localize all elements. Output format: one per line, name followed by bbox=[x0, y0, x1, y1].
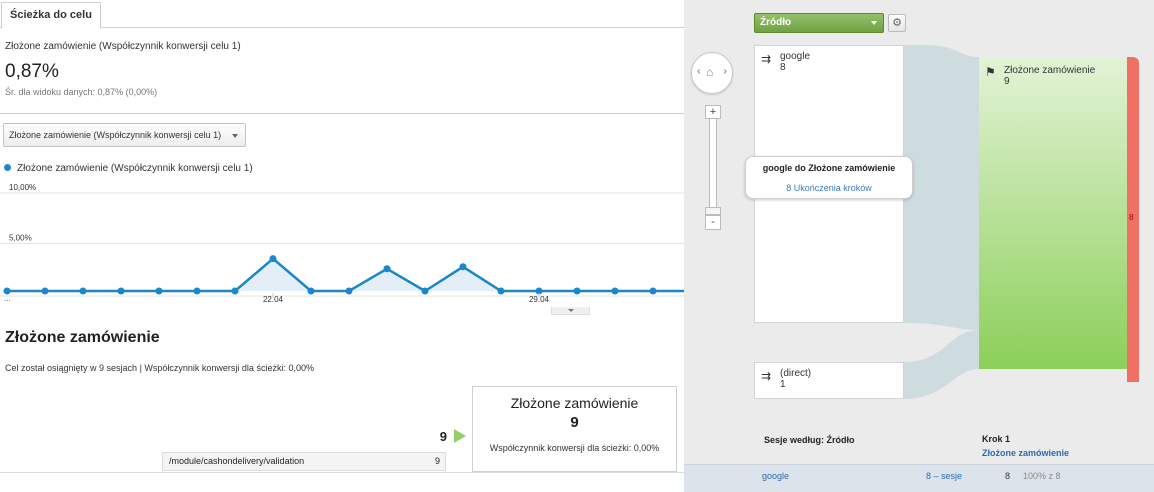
goal-box-rate: Współczynnik konwersji dla ścieżki: 0,00… bbox=[489, 443, 660, 453]
data-point bbox=[649, 287, 657, 295]
series-area bbox=[7, 258, 684, 291]
data-point bbox=[269, 255, 277, 263]
chevron-left-icon[interactable]: ‹ bbox=[697, 66, 700, 77]
goal-path-panel: Ścieżka do celu Złożone zamówienie (Wspó… bbox=[0, 0, 684, 492]
summary-row: google 8 – sesje 8 100% z 8 bbox=[684, 464, 1154, 492]
home-icon[interactable]: ⌂ bbox=[706, 65, 713, 79]
goal-flow-report: Ścieżka do celu Złożone zamówienie (Wspó… bbox=[0, 0, 1154, 492]
tab-goal-path[interactable]: Ścieżka do celu bbox=[1, 2, 101, 29]
goal-title: Złożone zamówienie bbox=[5, 329, 160, 346]
summary-percent: 100% z 8 bbox=[1023, 471, 1061, 481]
metric-value: 0,87% bbox=[5, 61, 59, 82]
data-point bbox=[345, 287, 353, 295]
goal-box-count: 9 bbox=[570, 414, 579, 431]
data-point bbox=[307, 287, 315, 295]
tab-bar: Ścieżka do celu bbox=[0, 0, 684, 29]
chevron-down-icon bbox=[871, 21, 877, 25]
x-tick-label: 22.04 bbox=[263, 295, 284, 304]
summary-count: 8 bbox=[1005, 471, 1011, 481]
chevron-down-icon bbox=[568, 309, 574, 312]
y-tick-label: 5,00% bbox=[9, 234, 32, 243]
flow-tooltip: google do Złożone zamówienie 8 Ukończeni… bbox=[745, 156, 913, 199]
metric-average: Śr. dla widoku danych: 0,87% (0,00%) bbox=[5, 87, 158, 97]
node-text: Złożone zamówienie 9 bbox=[1004, 65, 1095, 87]
exit-bar[interactable]: 8 bbox=[1127, 57, 1139, 382]
metric-select-value: Złożone zamówienie (Współczynnik konwers… bbox=[9, 130, 222, 140]
data-point bbox=[611, 287, 619, 295]
goal-box: Złożone zamówienie 9 Współczynnik konwer… bbox=[472, 386, 677, 472]
node-name: Złożone zamówienie bbox=[1004, 65, 1096, 76]
chevron-right-icon[interactable]: › bbox=[724, 66, 727, 77]
exit-count: 8 bbox=[1129, 213, 1134, 222]
page-count: 9 bbox=[434, 456, 440, 466]
data-point bbox=[41, 287, 49, 295]
data-point bbox=[383, 265, 391, 273]
tooltip-link[interactable]: 8 Ukończenia kroków bbox=[746, 183, 912, 193]
series-line bbox=[7, 257, 684, 293]
chart-legend: Złożone zamówienie (Współczynnik konwers… bbox=[4, 163, 253, 174]
legend-label: Złożone zamówienie (Współczynnik konwers… bbox=[17, 163, 253, 174]
x-tick-label: 29.04 bbox=[529, 295, 550, 304]
metric-label: Złożone zamówienie (Współczynnik konwers… bbox=[5, 41, 241, 52]
node-count: 9 bbox=[1004, 76, 1010, 87]
node-count: 1 bbox=[780, 379, 786, 390]
chevron-down-icon bbox=[232, 134, 238, 138]
divider bbox=[0, 113, 684, 114]
data-point bbox=[117, 287, 125, 295]
data-point bbox=[497, 287, 505, 295]
divider bbox=[0, 472, 684, 473]
data-point bbox=[573, 287, 581, 295]
zoom-slider-handle[interactable] bbox=[705, 207, 721, 215]
conversion-rate-chart: 10,00% 5,00%... 22.04 29.04 bbox=[0, 183, 684, 304]
pan-control[interactable]: ‹ ⌂ › bbox=[691, 52, 733, 94]
zoom-in-button[interactable]: + bbox=[705, 105, 721, 119]
flow-node-direct[interactable]: ⇉ (direct) 1 bbox=[754, 362, 904, 399]
arrow-right-icon bbox=[454, 429, 466, 443]
flag-icon: ⚑ bbox=[985, 65, 996, 79]
data-point bbox=[421, 287, 429, 295]
step-label: Krok 1 bbox=[982, 434, 1011, 444]
chart-expander[interactable] bbox=[551, 307, 590, 315]
data-point bbox=[193, 287, 201, 295]
tooltip-title: google do Złożone zamówienie bbox=[762, 163, 896, 173]
page-path: /module/cashondelivery/validation bbox=[169, 456, 305, 466]
dimension-select[interactable]: Źródło bbox=[754, 13, 884, 33]
summary-source-link[interactable]: google bbox=[762, 471, 789, 481]
summary-sessions-link[interactable]: 8 – sesje bbox=[926, 471, 962, 481]
zoom-slider-track[interactable] bbox=[709, 119, 717, 215]
goal-box-name: Złożone zamówienie bbox=[510, 395, 639, 411]
node-text: (direct) 1 bbox=[780, 368, 811, 390]
data-point bbox=[79, 287, 87, 295]
funnel-count: 9 bbox=[439, 429, 447, 444]
node-name: google bbox=[780, 51, 811, 62]
entrance-arrows-icon: ⇉ bbox=[761, 52, 772, 66]
goal-description: Cel został osiągnięty w 9 sesjach | Wspó… bbox=[5, 363, 314, 373]
goal-flow-panel: Źródło ⚙ ‹ ⌂ › + - ⇉ google 8 ⇉ (direct)… bbox=[684, 0, 1154, 492]
y-tick-label: 10,00% bbox=[9, 183, 36, 192]
flow-node-goal[interactable]: ⚑ Złożone zamówienie 9 bbox=[979, 57, 1127, 369]
sessions-by-label: Sesje według: Źródło bbox=[764, 435, 855, 445]
page-row[interactable]: /module/cashondelivery/validation 9 bbox=[162, 452, 446, 471]
dimension-select-value: Źródło bbox=[760, 17, 792, 28]
gear-icon[interactable]: ⚙ bbox=[888, 14, 906, 32]
flow-band-direct bbox=[904, 330, 979, 399]
entrance-arrows-icon: ⇉ bbox=[761, 369, 772, 383]
series-dot-icon bbox=[4, 164, 11, 171]
zoom-out-button[interactable]: - bbox=[705, 215, 721, 230]
step-goal-link[interactable]: Złożone zamówienie bbox=[982, 448, 1069, 458]
node-count: 8 bbox=[780, 62, 786, 73]
node-name: (direct) bbox=[780, 368, 812, 379]
flow-band-google bbox=[904, 45, 979, 330]
data-point bbox=[155, 287, 163, 295]
data-point bbox=[459, 263, 467, 271]
node-text: google 8 bbox=[780, 51, 810, 73]
x-tick-label: ... bbox=[4, 294, 11, 303]
metric-select[interactable]: Złożone zamówienie (Współczynnik konwers… bbox=[3, 123, 246, 147]
data-point bbox=[231, 287, 239, 295]
